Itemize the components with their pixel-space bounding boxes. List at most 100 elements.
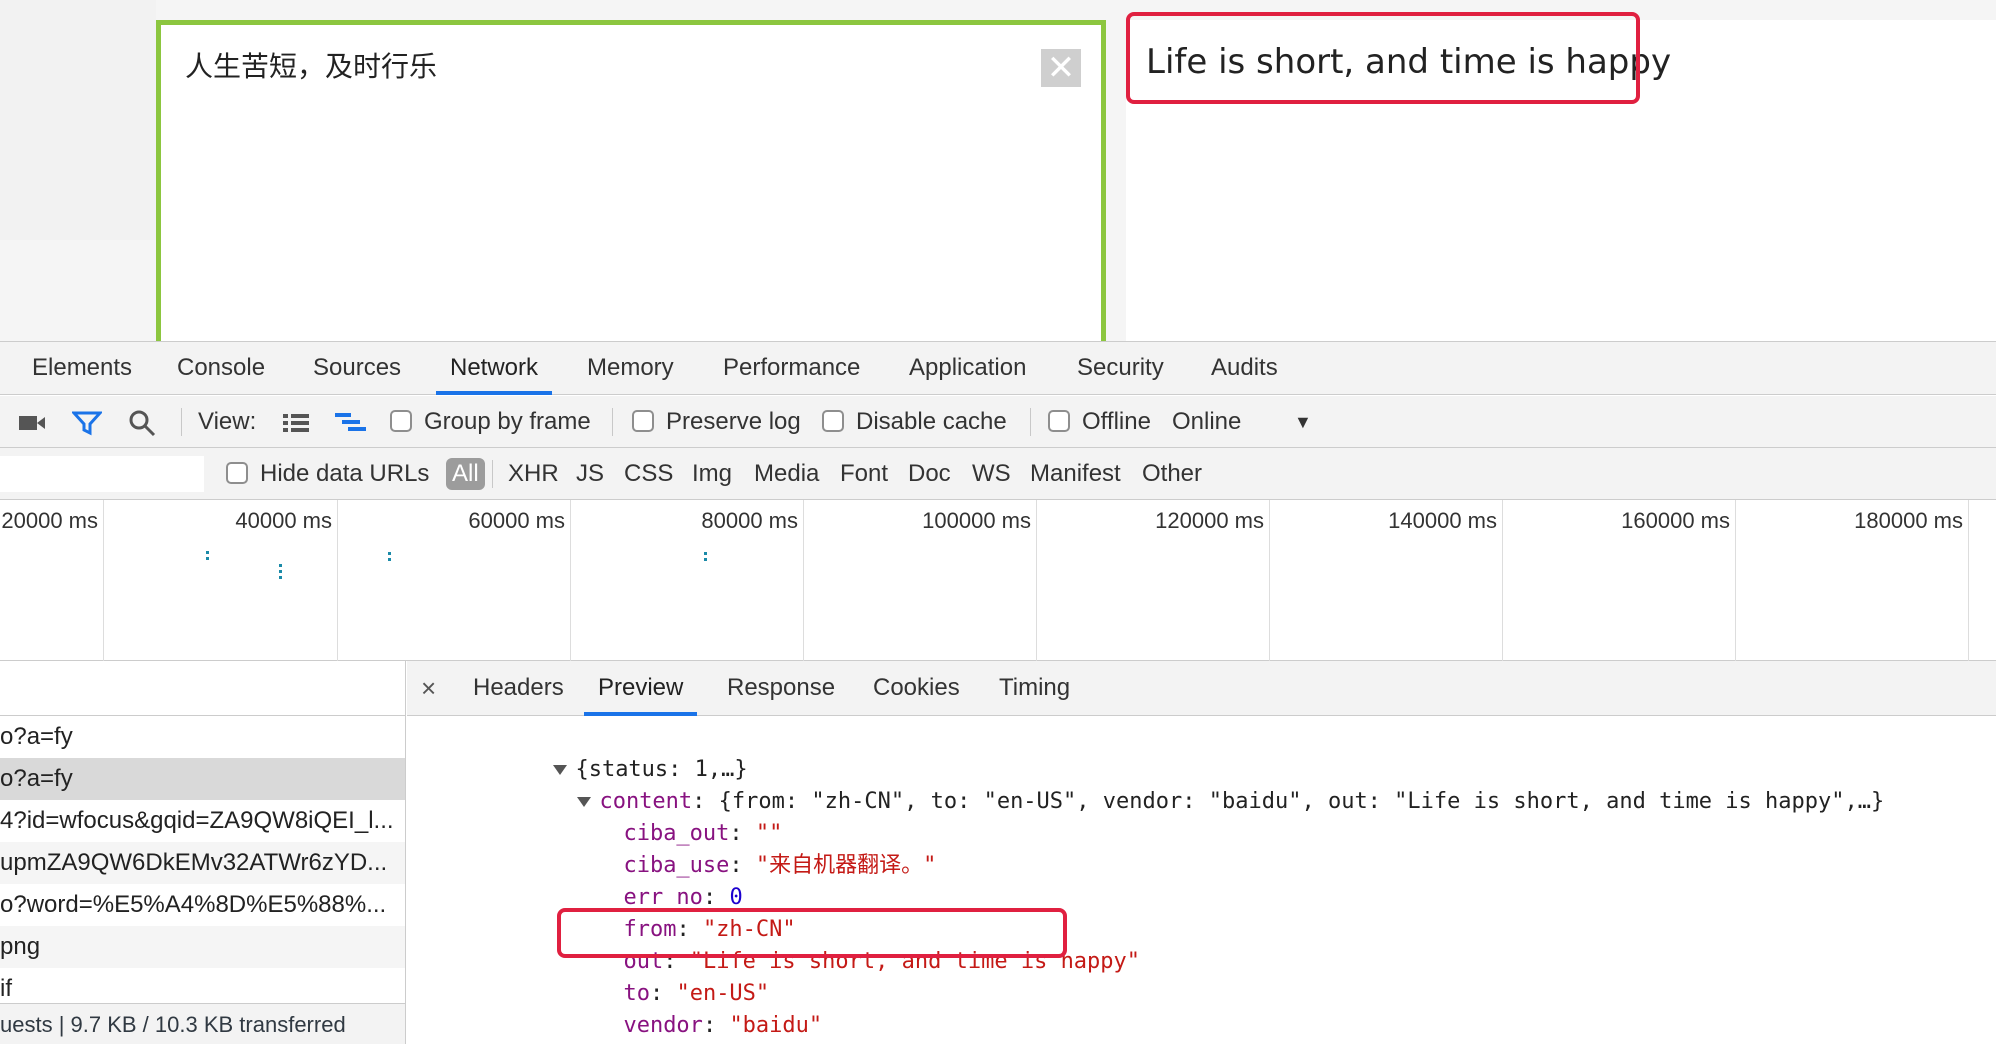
tick-label: 180000 ms — [1854, 508, 1963, 533]
throttling-dropdown[interactable]: ▼ — [1294, 396, 1312, 448]
request-mark — [704, 552, 707, 564]
group-by-frame-checkbox[interactable] — [390, 409, 412, 432]
preserve-log-toggle[interactable]: Preserve log — [632, 396, 801, 448]
clear-button[interactable]: ✕ — [1041, 49, 1081, 87]
request-list-header — [0, 661, 405, 716]
request-list: o?a=fy o?a=fy 4?id=wfocus&gqid=ZA9QW8iQE… — [0, 661, 406, 1044]
json-field-row: err_no: 0 — [623, 885, 743, 910]
source-text[interactable]: 人生苦短，及时行乐 — [185, 45, 437, 85]
request-row[interactable]: png — [0, 926, 405, 968]
search-button[interactable] — [128, 396, 156, 448]
tab-response[interactable]: Response — [727, 661, 835, 716]
hide-data-urls-label: Hide data URLs — [260, 460, 430, 487]
request-detail-pane: × Headers Preview Response Cookies Timin… — [407, 661, 1996, 1044]
network-toolbar: View: Group by frame Preserve log Disabl… — [0, 396, 1996, 448]
filter-css[interactable]: CSS — [624, 448, 673, 500]
tick-label: 80000 ms — [701, 508, 798, 533]
tick-line — [103, 500, 104, 661]
tick-label: 20000 ms — [1, 508, 98, 533]
filter-all[interactable]: All — [446, 458, 485, 490]
tab-performance[interactable]: Performance — [723, 342, 860, 395]
tab-memory[interactable]: Memory — [587, 342, 674, 395]
tick-label: 60000 ms — [468, 508, 565, 533]
close-detail-button[interactable]: × — [421, 661, 436, 716]
filter-media[interactable]: Media — [754, 448, 819, 500]
tab-audits[interactable]: Audits — [1211, 342, 1278, 395]
detail-tab-bar: × Headers Preview Response Cookies Timin… — [407, 661, 1996, 716]
filter-ws[interactable]: WS — [972, 448, 1011, 500]
filter-manifest[interactable]: Manifest — [1030, 448, 1121, 500]
view-label: View: — [198, 408, 257, 435]
network-summary: uests | 9.7 KB / 10.3 KB transferred — [0, 1003, 405, 1044]
offline-checkbox[interactable] — [1048, 409, 1070, 432]
page-left-strip — [0, 0, 156, 240]
filter-js[interactable]: JS — [576, 448, 604, 500]
json-field-row: ciba_out: "" — [623, 821, 783, 846]
filter-img[interactable]: Img — [692, 448, 732, 500]
json-value: "来自机器翻译。" — [755, 853, 937, 878]
close-icon: ✕ — [1046, 49, 1076, 87]
tick-label: 160000 ms — [1621, 508, 1730, 533]
throttling-value: Online — [1172, 408, 1242, 435]
json-field-row: vendor: "baidu" — [623, 1013, 823, 1038]
tab-network[interactable]: Network — [436, 342, 553, 395]
request-mark — [206, 551, 209, 563]
disable-cache-toggle[interactable]: Disable cache — [822, 396, 1007, 448]
search-icon — [129, 410, 156, 436]
disable-cache-label: Disable cache — [856, 408, 1007, 435]
timeline-overview[interactable]: 20000 ms 40000 ms 60000 ms 80000 ms 1000… — [0, 500, 1996, 661]
waterfall-view-button[interactable] — [334, 396, 368, 448]
group-by-frame-toggle[interactable]: Group by frame — [390, 396, 591, 448]
toolbar-separator — [1030, 408, 1031, 436]
video-camera-icon — [19, 415, 45, 430]
tab-console[interactable]: Console — [177, 342, 265, 395]
tick-line — [803, 500, 804, 661]
filter-other[interactable]: Other — [1142, 448, 1202, 500]
filter-button[interactable] — [70, 396, 104, 448]
filter-font[interactable]: Font — [840, 448, 888, 500]
request-row-selected[interactable]: o?a=fy — [0, 758, 405, 800]
filter-xhr[interactable]: XHR — [508, 448, 559, 500]
json-root-row[interactable]: {status: 1,…} — [421, 722, 748, 782]
preserve-log-checkbox[interactable] — [632, 409, 654, 432]
tick-line — [1735, 500, 1736, 661]
source-text-box[interactable]: 人生苦短，及时行乐 ✕ — [156, 20, 1106, 350]
request-row[interactable]: o?a=fy — [0, 716, 405, 758]
tick-line — [570, 500, 571, 661]
throttling-select[interactable]: Online — [1172, 396, 1241, 448]
tick-line — [1502, 500, 1503, 661]
filter-doc[interactable]: Doc — [908, 448, 951, 500]
json-content-row[interactable]: content: {from: "zh-CN", to: "en-US", ve… — [445, 754, 1884, 814]
list-view-button[interactable] — [282, 396, 310, 448]
json-status-row: status: 1 — [467, 1010, 719, 1042]
request-mark — [388, 552, 391, 564]
hide-data-urls-checkbox[interactable] — [226, 461, 248, 484]
record-button[interactable] — [18, 396, 46, 448]
caret-down-icon: ▼ — [1294, 412, 1312, 432]
list-view-icon — [283, 413, 309, 432]
json-content-summary: {from: "zh-CN", to: "en-US", vendor: "ba… — [718, 789, 1885, 814]
tab-timing[interactable]: Timing — [999, 661, 1070, 716]
tab-application[interactable]: Application — [909, 342, 1026, 395]
waterfall-view-icon — [335, 412, 366, 431]
offline-toggle[interactable]: Offline — [1048, 396, 1151, 448]
tab-cookies[interactable]: Cookies — [873, 661, 960, 716]
filter-icon — [70, 411, 104, 436]
tab-preview[interactable]: Preview — [584, 661, 698, 716]
toolbar-separator — [181, 408, 182, 436]
tab-elements[interactable]: Elements — [32, 342, 132, 395]
request-row[interactable]: o?word=%E5%A4%8D%E5%88%... — [0, 884, 405, 926]
hide-data-urls-toggle[interactable]: Hide data URLs — [226, 448, 429, 500]
request-row[interactable]: 4?id=wfocus&gqid=ZA9QW8iQEI_l... — [0, 800, 405, 842]
tab-sources[interactable]: Sources — [313, 342, 401, 395]
result-highlight-box — [1126, 12, 1640, 104]
request-row[interactable]: upmZA9QW6DkEMv32ATWr6zYD... — [0, 842, 405, 884]
group-by-frame-label: Group by frame — [424, 408, 591, 435]
filter-input[interactable] — [0, 456, 204, 492]
translator-page: 人生苦短，及时行乐 ✕ Life is short, and time is h… — [0, 0, 1996, 350]
devtools-tab-bar: Elements Console Sources Network Memory … — [0, 342, 1996, 395]
tab-headers[interactable]: Headers — [473, 661, 564, 716]
tick-line — [337, 500, 338, 661]
tab-security[interactable]: Security — [1077, 342, 1164, 395]
disable-cache-checkbox[interactable] — [822, 409, 844, 432]
